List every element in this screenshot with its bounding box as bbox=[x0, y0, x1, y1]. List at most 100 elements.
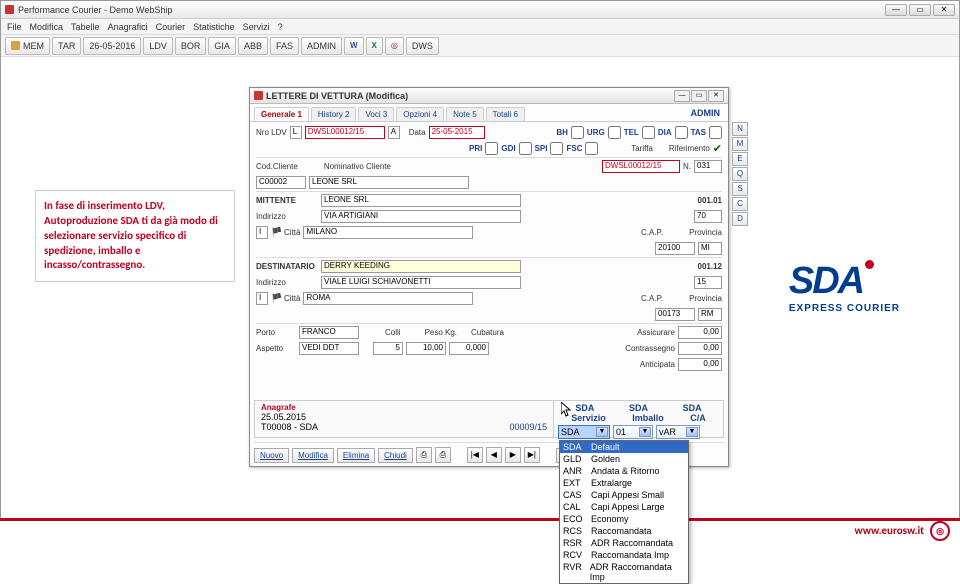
tool-fas[interactable]: FAS bbox=[270, 37, 299, 55]
chk-bh[interactable] bbox=[571, 126, 584, 139]
menu-anagrafici[interactable]: Anagrafici bbox=[108, 22, 148, 32]
side-e[interactable]: E bbox=[732, 152, 748, 166]
chk-tel[interactable] bbox=[642, 126, 655, 139]
combo-servizio[interactable]: SDA▼ SDADefault GLDGolden ANRAndata & Ri… bbox=[558, 425, 610, 439]
ldv-number[interactable]: DWSL00012/15 bbox=[305, 126, 385, 139]
flag-i2[interactable]: I bbox=[256, 292, 268, 305]
opt-sda[interactable]: SDADefault bbox=[560, 441, 688, 453]
tool-ldv[interactable]: LDV bbox=[143, 37, 173, 55]
ind2-n[interactable]: 15 bbox=[694, 276, 722, 289]
combo-imballo[interactable]: 01▼ bbox=[613, 425, 653, 439]
side-m[interactable]: M bbox=[732, 137, 748, 151]
menu-statistiche[interactable]: Statistiche bbox=[193, 22, 235, 32]
chk-gdi[interactable] bbox=[519, 142, 532, 155]
side-n[interactable]: N bbox=[732, 122, 748, 136]
menu-help[interactable]: ? bbox=[278, 22, 283, 32]
minimize-button[interactable]: — bbox=[885, 4, 907, 16]
tool-tar[interactable]: TAR bbox=[52, 37, 81, 55]
ind1-field[interactable]: VIA ARTIGIANI bbox=[321, 210, 521, 223]
flag-i1[interactable]: I bbox=[256, 226, 268, 239]
n-field[interactable]: 031 bbox=[694, 160, 722, 173]
mittente-field[interactable]: LEONE SRL bbox=[321, 194, 521, 207]
btn-print1[interactable]: ⎙ bbox=[416, 447, 432, 463]
combo-ca[interactable]: vAR▼ bbox=[656, 425, 700, 439]
ind2-field[interactable]: VIALE LUIGI SCHIAVONETTI bbox=[321, 276, 521, 289]
rif-code[interactable]: DWSL00012/15 bbox=[602, 160, 680, 173]
side-c[interactable]: C bbox=[732, 197, 748, 211]
menu-courier[interactable]: Courier bbox=[156, 22, 186, 32]
tab-history[interactable]: History 2 bbox=[311, 107, 357, 121]
antic-field[interactable]: 0,00 bbox=[678, 358, 722, 371]
inner-max[interactable]: ▭ bbox=[691, 90, 707, 102]
side-s[interactable]: S bbox=[732, 182, 748, 196]
opt-eco[interactable]: ECOEconomy bbox=[560, 513, 688, 525]
ldv-prefix[interactable]: L bbox=[290, 126, 302, 139]
close-button[interactable]: ✕ bbox=[933, 4, 955, 16]
citta2-field[interactable]: ROMA bbox=[303, 292, 473, 305]
contr-field[interactable]: 0,00 bbox=[678, 342, 722, 355]
chk-urg[interactable] bbox=[608, 126, 621, 139]
chk-dia[interactable] bbox=[675, 126, 688, 139]
codcli-field[interactable]: C00002 bbox=[256, 176, 306, 189]
ldv-suffix[interactable]: A bbox=[388, 126, 400, 139]
prov2-field[interactable]: RM bbox=[698, 308, 722, 321]
tool-excel[interactable]: X bbox=[366, 37, 383, 55]
cub-field[interactable]: 0,000 bbox=[449, 342, 489, 355]
peso-field[interactable]: 10,00 bbox=[406, 342, 446, 355]
tab-note[interactable]: Note 5 bbox=[446, 107, 484, 121]
colli-field[interactable]: 5 bbox=[373, 342, 403, 355]
tab-opzioni[interactable]: Opzioni 4 bbox=[396, 107, 444, 121]
menu-modifica[interactable]: Modifica bbox=[30, 22, 64, 32]
opt-rvr[interactable]: RVRADR Raccomandata Imp bbox=[560, 561, 688, 583]
data-field[interactable]: 25-05-2015 bbox=[429, 126, 485, 139]
opt-cas[interactable]: CASCapi Appesi Small bbox=[560, 489, 688, 501]
nomcli-field[interactable]: LEONE SRL bbox=[309, 176, 469, 189]
citta1-field[interactable]: MILANO bbox=[303, 226, 473, 239]
opt-anr[interactable]: ANRAndata & Ritorno bbox=[560, 465, 688, 477]
tool-gia[interactable]: GIA bbox=[208, 37, 236, 55]
opt-rcv[interactable]: RCVRaccomandata Imp bbox=[560, 549, 688, 561]
inner-close[interactable]: ✕ bbox=[708, 90, 724, 102]
tab-voci[interactable]: Voci 3 bbox=[358, 107, 394, 121]
opt-gld[interactable]: GLDGolden bbox=[560, 453, 688, 465]
tool-bor[interactable]: BOR bbox=[175, 37, 207, 55]
tool-mem[interactable]: MEM bbox=[5, 37, 50, 55]
btn-chiudi[interactable]: Chiudi bbox=[378, 448, 413, 463]
btn-print2[interactable]: ⎙ bbox=[435, 447, 451, 463]
cap2-field[interactable]: 00173 bbox=[655, 308, 695, 321]
tab-totali[interactable]: Totali 6 bbox=[486, 107, 525, 121]
opt-ext[interactable]: EXTExtralarge bbox=[560, 477, 688, 489]
maximize-button[interactable]: ▭ bbox=[909, 4, 931, 16]
chk-fsc[interactable] bbox=[585, 142, 598, 155]
btn-modifica[interactable]: Modifica bbox=[292, 448, 334, 463]
opt-rcs[interactable]: RCSRaccomandata bbox=[560, 525, 688, 537]
menu-servizi[interactable]: Servizi bbox=[243, 22, 270, 32]
nav-first[interactable]: |◀ bbox=[467, 447, 483, 463]
tool-word[interactable]: W bbox=[344, 37, 364, 55]
menu-tabelle[interactable]: Tabelle bbox=[71, 22, 100, 32]
opt-rsr[interactable]: RSRADR Raccomandata bbox=[560, 537, 688, 549]
porto-field[interactable]: FRANCO bbox=[299, 326, 359, 339]
chk-spi[interactable] bbox=[550, 142, 563, 155]
tab-generale[interactable]: Generale 1 bbox=[254, 107, 309, 121]
cap1-field[interactable]: 20100 bbox=[655, 242, 695, 255]
opt-cal[interactable]: CALCapi Appesi Large bbox=[560, 501, 688, 513]
aspetto-field[interactable]: VEDI DDT bbox=[299, 342, 359, 355]
nav-prev[interactable]: ◀ bbox=[486, 447, 502, 463]
chk-pri[interactable] bbox=[485, 142, 498, 155]
btn-nuovo[interactable]: Nuovo bbox=[254, 448, 289, 463]
nav-next[interactable]: ▶ bbox=[505, 447, 521, 463]
tool-dws[interactable]: DWS bbox=[406, 37, 439, 55]
btn-elimina[interactable]: Elimina bbox=[337, 448, 375, 463]
ind1-n[interactable]: 70 bbox=[694, 210, 722, 223]
dest-field[interactable]: DERRY KEEDING bbox=[321, 260, 521, 273]
menu-file[interactable]: File bbox=[7, 22, 22, 32]
inner-min[interactable]: — bbox=[674, 90, 690, 102]
chk-tas[interactable] bbox=[709, 126, 722, 139]
nav-last[interactable]: ▶| bbox=[524, 447, 540, 463]
side-d[interactable]: D bbox=[732, 212, 748, 226]
tool-date[interactable]: 26-05-2016 bbox=[83, 37, 141, 55]
prov1-field[interactable]: MI bbox=[698, 242, 722, 255]
tool-eurosw[interactable]: ◎ bbox=[385, 37, 404, 55]
side-q[interactable]: Q bbox=[732, 167, 748, 181]
